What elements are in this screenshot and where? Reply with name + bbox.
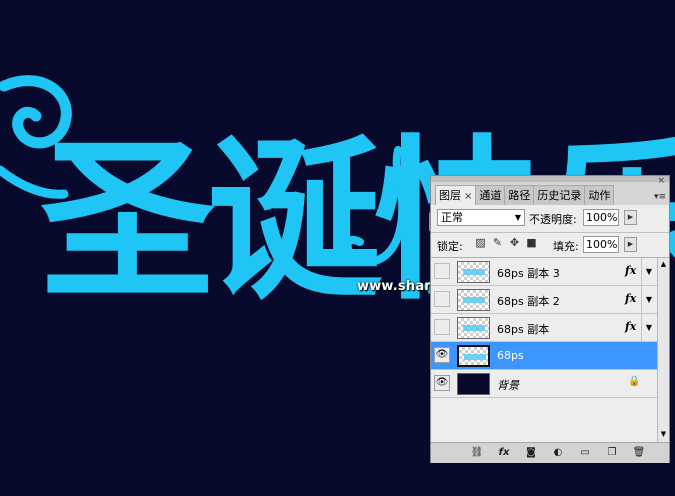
fill-input[interactable]: 100% [583, 236, 619, 253]
chevron-down-icon: ▼ [514, 213, 521, 222]
visibility-toggle[interactable] [434, 319, 450, 335]
panel-close-icon[interactable]: × [657, 177, 665, 186]
layer-name: 68ps 副本 3 [497, 267, 560, 280]
opacity-input[interactable]: 100% [583, 209, 619, 226]
tab-history[interactable]: 历史记录 [533, 185, 586, 205]
lock-label: 锁定: [437, 240, 463, 253]
fx-icon[interactable]: fx [496, 446, 512, 460]
tab-layers[interactable]: 图层 × [435, 185, 477, 205]
link-icon[interactable]: ⛓ [469, 446, 485, 460]
expand-effects-icon[interactable]: ▼ [641, 314, 656, 341]
layer-name: 背景 [497, 379, 519, 392]
layer-row-selected[interactable]: 👁 68ps [431, 342, 657, 370]
lock-move-icon[interactable]: ✥ [507, 236, 522, 251]
layers-list: 68ps 副本 3 fx ▼ 68ps 副本 2 fx ▼ 68ps 副本 fx… [431, 258, 657, 442]
folder-icon[interactable]: ▭ [577, 446, 593, 460]
layer-row[interactable]: 68ps 副本 2 fx ▼ [431, 286, 657, 314]
panel-title-bar[interactable] [431, 176, 669, 182]
fill-slider-button[interactable]: ▶ [624, 237, 637, 252]
layers-panel: × 图层 × 通道 路径 历史记录 动作 ▾≡ 正常 ▼ 不透明度: 100% ▶… [430, 175, 670, 463]
blend-mode-select[interactable]: 正常 ▼ [437, 209, 525, 226]
expand-effects-icon[interactable]: ▼ [641, 258, 656, 285]
lock-paint-icon[interactable]: ✎ [490, 236, 505, 251]
layer-row[interactable]: 68ps 副本 fx ▼ [431, 314, 657, 342]
eye-icon[interactable]: 👁 [434, 347, 450, 363]
eye-icon[interactable]: 👁 [434, 375, 450, 391]
layer-name: 68ps 副本 2 [497, 295, 560, 308]
tab-layers-label: 图层 [439, 189, 461, 202]
layer-thumbnail [457, 289, 490, 311]
visibility-toggle[interactable] [434, 263, 450, 279]
fx-icon[interactable]: fx [625, 292, 636, 305]
new-layer-icon[interactable]: ❐ [604, 446, 620, 460]
tab-actions[interactable]: 动作 [584, 185, 615, 205]
panel-menu-icon[interactable]: ▾≡ [654, 192, 666, 202]
lock-all-icon[interactable]: ■ [524, 236, 539, 251]
fx-icon[interactable]: fx [625, 320, 636, 333]
layer-thumbnail [457, 261, 490, 283]
blend-mode-value: 正常 [441, 211, 463, 224]
lock-transparent-icon[interactable]: ▨ [473, 236, 488, 251]
opacity-label: 不透明度: [529, 213, 577, 226]
layer-row[interactable]: 68ps 副本 3 fx ▼ [431, 258, 657, 286]
layer-thumbnail [457, 317, 490, 339]
tab-channels[interactable]: 通道 [475, 185, 506, 205]
scroll-up-icon[interactable]: ▲ [658, 260, 669, 268]
layer-thumbnail [457, 345, 490, 367]
layer-name: 68ps [497, 349, 524, 362]
layers-scrollbar[interactable]: ▲ ▼ [657, 258, 669, 442]
fill-label: 填充: [553, 240, 579, 253]
trash-icon[interactable]: 🗑 [631, 446, 647, 460]
lock-icon: 🔒 [628, 376, 641, 387]
scroll-down-icon[interactable]: ▼ [658, 430, 669, 438]
adjustment-icon[interactable]: ◐ [550, 446, 566, 460]
mask-icon[interactable]: ◙ [523, 446, 539, 460]
visibility-toggle[interactable] [434, 291, 450, 307]
tab-close-icon[interactable]: × [464, 191, 472, 202]
lock-icons: ▨ ✎ ✥ ■ [473, 236, 541, 251]
expand-effects-icon[interactable]: ▼ [641, 286, 656, 313]
fx-icon[interactable]: fx [625, 264, 636, 277]
opacity-slider-button[interactable]: ▶ [624, 210, 637, 225]
layer-row[interactable]: 👁 背景 🔒 [431, 370, 657, 398]
layer-thumbnail [457, 373, 490, 395]
layers-bottom-toolbar: ⛓ fx ◙ ◐ ▭ ❐ 🗑 [431, 442, 669, 463]
bottom-icons: ⛓ fx ◙ ◐ ▭ ❐ 🗑 [469, 446, 658, 460]
panel-tabs: 图层 × 通道 路径 历史记录 动作 [435, 185, 615, 205]
tab-paths[interactable]: 路径 [504, 185, 535, 205]
layer-name: 68ps 副本 [497, 323, 550, 336]
